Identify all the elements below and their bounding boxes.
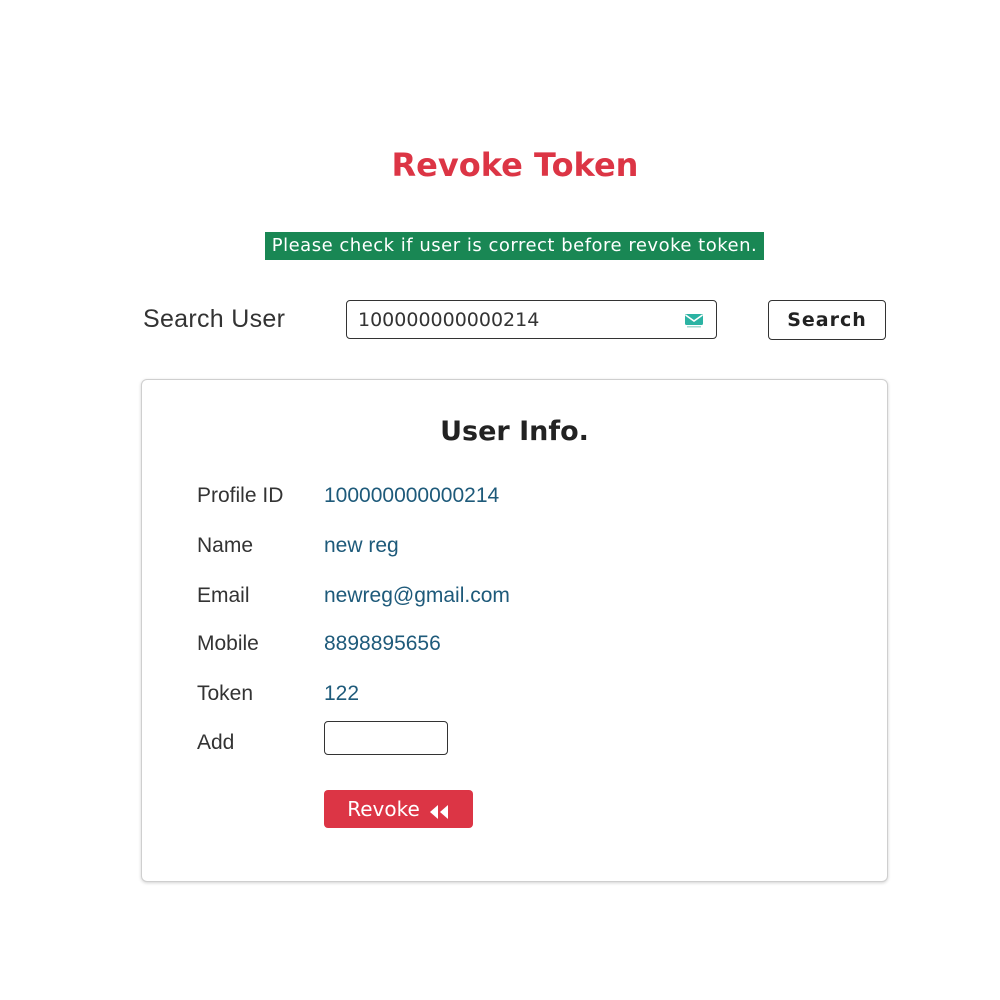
mobile-label: Mobile <box>197 632 259 655</box>
profile-id-label: Profile ID <box>197 484 284 507</box>
name-label: Name <box>197 534 254 557</box>
revoke-button[interactable]: Revoke <box>324 790 473 828</box>
email-label: Email <box>197 584 250 607</box>
token-label: Token <box>197 682 254 705</box>
search-user-label: Search User <box>143 305 286 333</box>
revoke-label: Revoke <box>347 797 420 821</box>
search-input[interactable] <box>347 301 667 338</box>
search-button[interactable]: Search <box>768 300 886 340</box>
token-value: 122 <box>324 682 360 705</box>
profile-id-value: 100000000000214 <box>324 484 500 507</box>
add-token-input[interactable] <box>324 721 448 755</box>
user-info-title: User Info. <box>440 416 589 447</box>
envelope-icon <box>684 313 704 328</box>
email-value: newreg@gmail.com <box>324 584 510 607</box>
warning-banner: Please check if user is correct before r… <box>264 232 765 260</box>
page-title: Revoke Token <box>391 146 639 184</box>
user-info-card: User Info. Profile ID 100000000000214 Na… <box>141 379 888 882</box>
rewind-icon <box>428 801 450 819</box>
search-field[interactable] <box>346 300 717 339</box>
add-label: Add <box>197 731 235 754</box>
name-value: new reg <box>324 534 399 557</box>
mobile-value: 8898895656 <box>324 632 441 655</box>
